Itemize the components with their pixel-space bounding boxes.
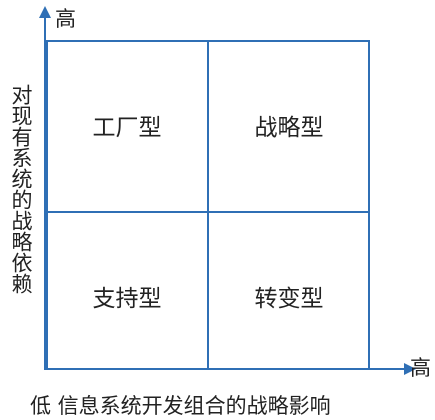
quadrant-factory: 工厂型 xyxy=(92,115,162,141)
y-axis-arrow-icon xyxy=(39,6,51,18)
y-axis-high-label: 高 xyxy=(55,7,76,31)
strategic-grid-diagram: 高 高 对现有系统的战略依赖 低 信息系统开发组合的战略影响 工厂型 战略型 支… xyxy=(0,0,435,420)
x-axis-title: 低 信息系统开发组合的战略影响 xyxy=(30,394,331,418)
x-axis-high-label: 高 xyxy=(410,356,431,380)
y-axis-title: 对现有系统的战略依赖 xyxy=(9,84,33,294)
quadrant-turnaround: 转变型 xyxy=(254,286,324,312)
grid-horizontal-divider xyxy=(46,211,370,213)
quadrant-strategic: 战略型 xyxy=(254,115,324,141)
quadrant-support: 支持型 xyxy=(92,286,162,312)
grid-vertical-divider xyxy=(207,40,209,370)
